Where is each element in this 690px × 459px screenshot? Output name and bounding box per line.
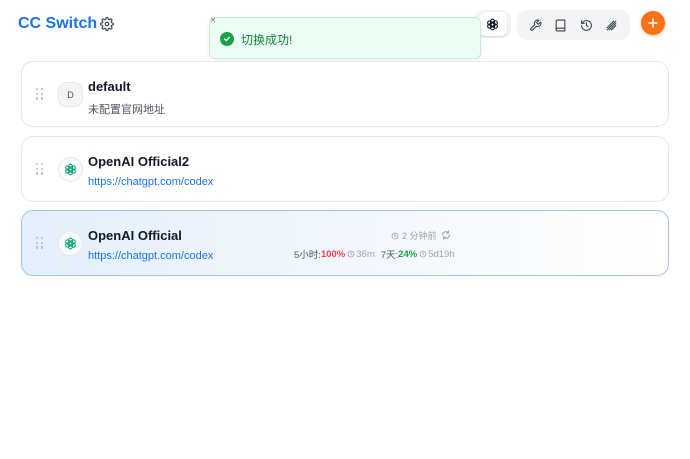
toolbar bbox=[517, 10, 630, 40]
check-circle-icon bbox=[220, 32, 234, 46]
refresh-icon bbox=[442, 230, 450, 240]
history-button[interactable] bbox=[575, 14, 597, 36]
seven-day-label: 7天: bbox=[380, 250, 399, 261]
history-icon bbox=[580, 19, 592, 31]
clock-icon bbox=[419, 250, 427, 258]
docs-button[interactable] bbox=[550, 14, 572, 36]
openai-icon bbox=[58, 157, 83, 182]
drag-handle[interactable] bbox=[36, 237, 44, 249]
provider-name: OpenAI Official2 bbox=[88, 154, 190, 169]
seven-day-percent: 24% bbox=[398, 248, 418, 260]
plus-icon bbox=[648, 18, 658, 28]
provider-website: 未配置官网地址 bbox=[88, 104, 165, 116]
endpoint-button[interactable] bbox=[600, 14, 622, 36]
provider-website-link[interactable]: https://chatgpt.com/codex bbox=[88, 176, 213, 188]
clock-icon bbox=[391, 232, 399, 239]
provider-card-openai-official2[interactable]: OpenAI Official2 https://chatgpt.com/cod… bbox=[21, 136, 669, 202]
gear-icon bbox=[100, 17, 114, 31]
five-hour-percent: 100% bbox=[320, 248, 346, 260]
seven-day-reset-text: 5d19h bbox=[428, 248, 455, 260]
provider-avatar: D bbox=[58, 82, 83, 107]
refresh-usage-button[interactable] bbox=[440, 229, 452, 241]
app-title: CC Switch bbox=[18, 15, 98, 32]
success-toast: × 切换成功! bbox=[207, 15, 481, 59]
settings-button[interactable] bbox=[98, 15, 116, 33]
antenna-icon bbox=[606, 20, 617, 30]
openai-icon bbox=[487, 18, 498, 30]
provider-card-default[interactable]: D default 未配置官网地址 bbox=[21, 61, 669, 127]
add-provider-button[interactable] bbox=[641, 11, 665, 35]
five-hour-reset-text: 36m bbox=[356, 248, 375, 260]
five-hour-label: 5小时: bbox=[294, 250, 321, 261]
openai-icon bbox=[58, 231, 83, 256]
usage-summary: 5小时: 100% 36m 7天: 24% 5d19h bbox=[294, 247, 455, 262]
usage-updated: 2 分钟前 bbox=[391, 229, 437, 242]
five-hour-reset: 36m bbox=[347, 248, 375, 260]
usage-updated-text: 2 分钟前 bbox=[402, 231, 437, 241]
wrench-icon bbox=[530, 19, 542, 31]
provider-card-openai-official[interactable]: OpenAI Official https://chatgpt.com/code… bbox=[21, 210, 669, 276]
seven-day-reset: 5d19h bbox=[419, 248, 455, 260]
toast-close-button[interactable]: × bbox=[207, 15, 219, 27]
tools-button[interactable] bbox=[525, 14, 547, 36]
provider-name: default bbox=[88, 79, 131, 94]
provider-website-link[interactable]: https://chatgpt.com/codex bbox=[88, 250, 213, 262]
clock-icon bbox=[347, 250, 355, 258]
app-tab-openai[interactable] bbox=[478, 12, 507, 36]
drag-handle[interactable] bbox=[36, 88, 44, 100]
toast-message: 切换成功! bbox=[241, 33, 293, 47]
book-icon bbox=[556, 19, 566, 31]
provider-name: OpenAI Official bbox=[88, 228, 182, 243]
drag-handle[interactable] bbox=[36, 163, 44, 175]
